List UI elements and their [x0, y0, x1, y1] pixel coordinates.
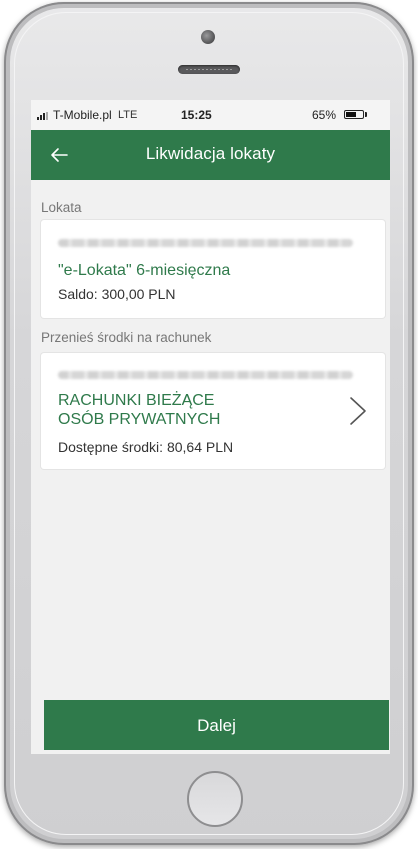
home-button[interactable]	[187, 771, 243, 827]
target-account-name: RACHUNKI BIEŻĄCE OSÓB PRYWATNYCH	[58, 391, 220, 429]
next-button[interactable]: Dalej	[44, 700, 389, 750]
battery-percent: 65%	[312, 108, 337, 122]
deposit-section-label: Lokata	[41, 200, 82, 215]
target-account-name-line2: OSÓB PRYWATNYCH	[58, 411, 221, 428]
app-screen: T-Mobile.pl LTE 15:25 65% Likwidacja lok…	[31, 100, 390, 754]
target-section-label: Przenieś środki na rachunek	[41, 330, 212, 345]
deposit-name: "e-Lokata" 6-miesięczna	[58, 262, 231, 279]
status-bar: T-Mobile.pl LTE 15:25 65%	[31, 100, 390, 130]
front-camera	[201, 30, 215, 44]
masked-account-number	[58, 239, 353, 247]
network-type: LTE	[118, 109, 138, 121]
target-account-card[interactable]: RACHUNKI BIEŻĄCE OSÓB PRYWATNYCH Dostępn…	[41, 353, 385, 469]
earpiece-speaker	[178, 65, 240, 74]
clock: 15:25	[181, 108, 212, 122]
chevron-right-icon[interactable]	[349, 396, 367, 426]
deposit-balance: Saldo: 300,00 PLN	[58, 286, 176, 302]
battery-icon	[344, 110, 364, 119]
page-title: Likwidacja lokaty	[145, 144, 276, 163]
masked-account-number	[58, 371, 353, 379]
deposit-card: "e-Lokata" 6-miesięczna Saldo: 300,00 PL…	[41, 220, 385, 318]
available-funds: Dostępne środki: 80,64 PLN	[58, 439, 234, 455]
target-account-name-line1: RACHUNKI BIEŻĄCE	[58, 392, 215, 409]
app-bar: Likwidacja lokaty	[31, 130, 390, 180]
battery-tip	[365, 112, 367, 117]
carrier-name: T-Mobile.pl	[53, 108, 112, 122]
signal-icon	[37, 112, 51, 120]
